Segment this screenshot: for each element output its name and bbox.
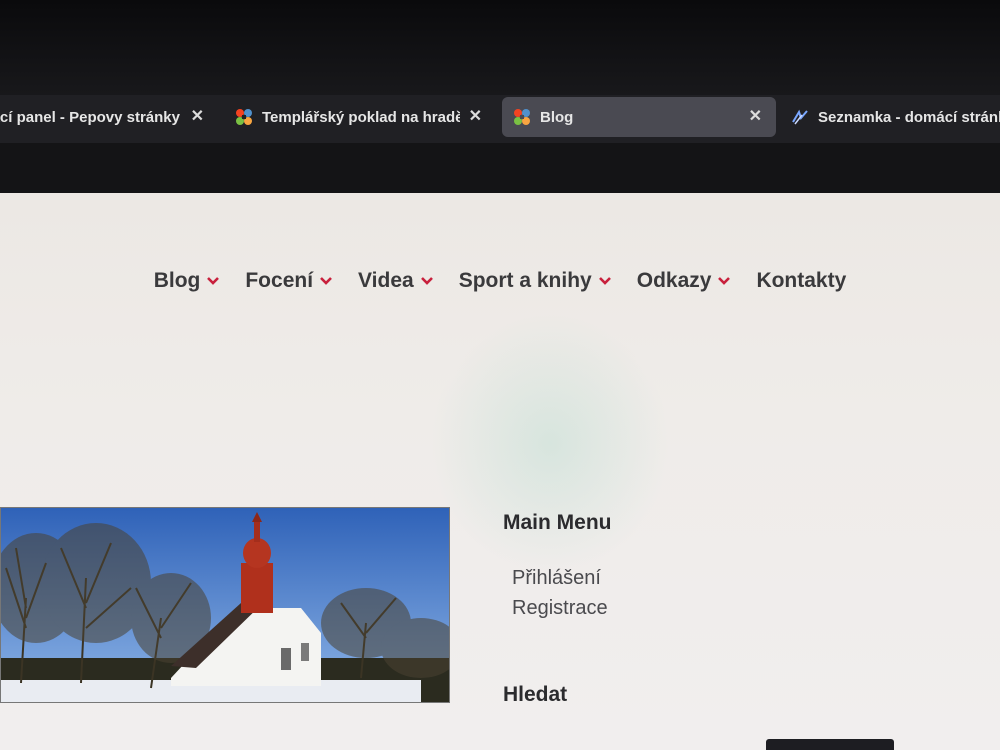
search-button[interactable] [766,739,894,750]
browser-tab-bar: Ovládací panel - Pepovy stránky ✕ Templá… [0,95,1000,143]
nav-item-blog[interactable]: Blog [154,269,220,293]
nav-label: Videa [358,269,414,292]
joomla-icon [514,109,530,125]
monitor-bezel [0,0,1000,95]
close-tab-icon[interactable]: ✕ [749,107,762,127]
main-menu-list: Přihlášení Registrace [512,563,903,623]
close-tab-icon[interactable]: ✕ [191,107,204,127]
nav-item-foceni[interactable]: Focení [245,269,332,293]
menu-item-prihlaseni[interactable]: Přihlášení [512,563,903,593]
nav-item-kontakty[interactable]: Kontakty [756,269,846,293]
chevron-down-icon [320,277,332,285]
nav-item-sport-a-knihy[interactable]: Sport a knihy [459,269,611,293]
seznamka-icon [792,109,808,125]
tab-templarsky-poklad[interactable]: Templářský poklad na hradě Veveří ✕ [234,97,490,137]
chevron-down-icon [420,277,433,285]
tab-seznamka[interactable]: Seznamka - domácí stránka [790,97,1000,137]
tab-ovladaci-panel[interactable]: Ovládací panel - Pepovy stránky ✕ [0,97,212,137]
tab-blog[interactable]: Blog ✕ [502,97,776,137]
nav-label: Kontakty [756,269,847,292]
nav-label: Odkazy [636,269,712,292]
main-menu-title: Main Menu [503,511,612,534]
nav-label: Blog [153,269,201,292]
hero-image-church [0,507,450,703]
tab-label: Templářský poklad na hradě Veveří [262,108,460,126]
browser-toolbar [0,143,1000,193]
sidebar-main-menu: Main Menu Přihlášení Registrace [503,511,903,623]
close-tab-icon[interactable]: ✕ [469,107,482,127]
nav-label: Sport a knihy [458,269,592,292]
tab-label: Blog [540,108,574,126]
web-page: Blog Focení Videa Sport a knihy Odkazy K… [0,193,1000,750]
tab-label: Ovládací panel - Pepovy stránky [0,108,180,126]
nav-label: Focení [245,269,314,292]
nav-item-videa[interactable]: Videa [358,269,433,293]
nav-item-odkazy[interactable]: Odkazy [637,269,731,293]
chevron-down-icon [207,277,220,285]
chevron-down-icon [718,277,731,285]
joomla-icon [236,109,252,125]
search-title: Hledat [503,683,568,706]
chevron-down-icon [598,277,611,285]
tab-label: Seznamka - domácí stránka [818,108,1000,126]
menu-item-registrace[interactable]: Registrace [512,593,903,623]
main-navigation: Blog Focení Videa Sport a knihy Odkazy K… [0,269,1000,293]
